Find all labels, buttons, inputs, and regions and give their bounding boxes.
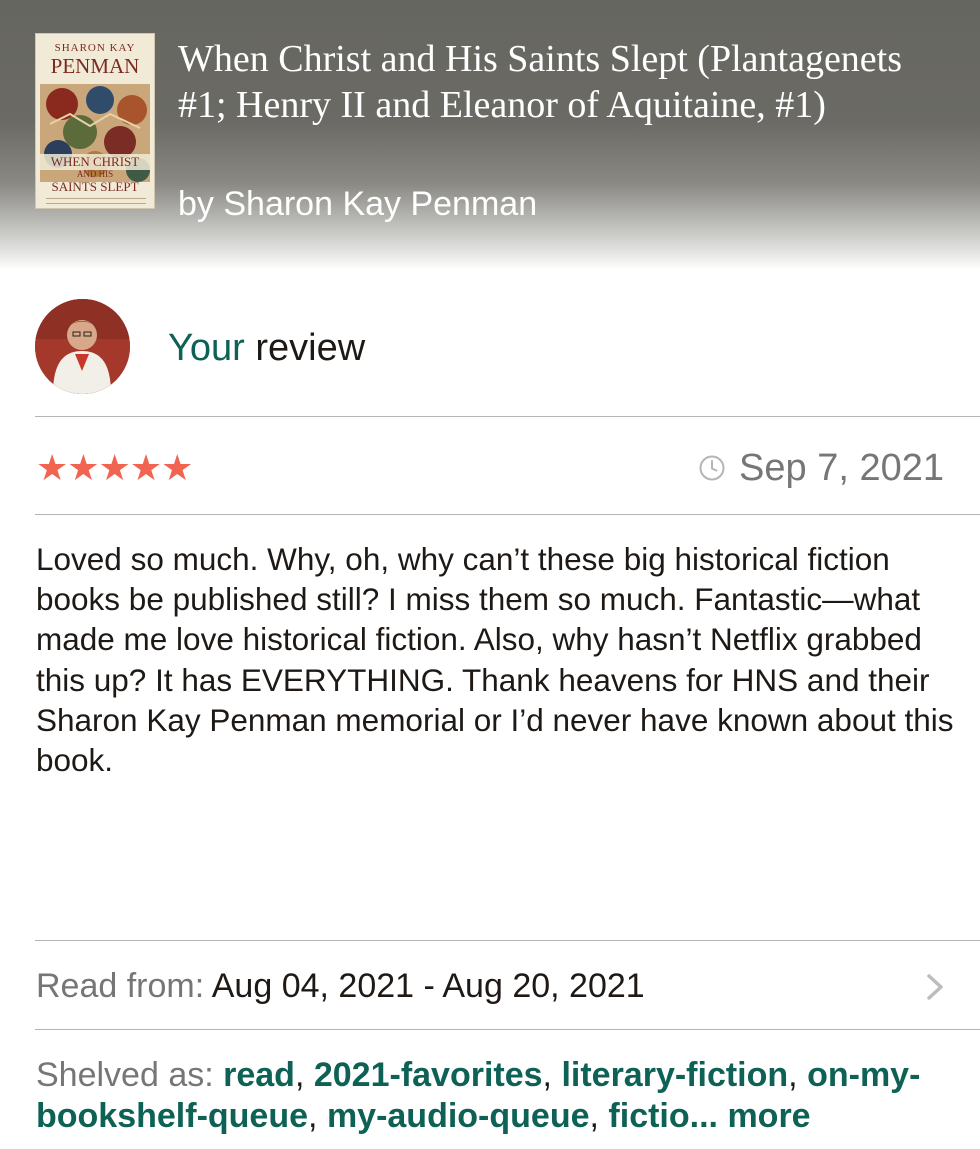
- cover-decorative-lines: [46, 198, 146, 204]
- review-heading-rest: review: [244, 327, 366, 369]
- clock-icon: [699, 455, 725, 481]
- review-heading-your: Your: [168, 327, 245, 369]
- divider: [35, 416, 980, 417]
- divider: [35, 1029, 980, 1030]
- read-dates-value: Aug 04, 2021 - Aug 20, 2021: [211, 967, 645, 1005]
- shelf-tag-fiction-truncated[interactable]: fictio...: [608, 1097, 718, 1135]
- shelf-tag-my-audio-queue[interactable]: my-audio-queue: [327, 1097, 590, 1135]
- read-dates-label: Read from:: [36, 967, 212, 1005]
- cover-title-line3: SAINTS SLEPT: [51, 179, 139, 194]
- shelves-list: Shelved as: read, 2021-favorites, litera…: [36, 1056, 921, 1135]
- book-cover-image[interactable]: SHARON KAY PENMAN WHEN CHRIST AND HIS SA…: [35, 33, 155, 209]
- shelf-tag-literary-fiction[interactable]: literary-fiction: [561, 1056, 788, 1094]
- cover-author-large: PENMAN: [50, 54, 140, 78]
- review-date: Sep 7, 2021: [739, 446, 944, 489]
- shelves-more-link[interactable]: more: [727, 1097, 810, 1135]
- avatar-photo: [35, 299, 130, 394]
- chevron-right-icon[interactable]: [924, 972, 946, 1002]
- shelves-label: Shelved as:: [36, 1056, 224, 1094]
- read-dates-row[interactable]: Read from: Aug 04, 2021 - Aug 20, 2021: [36, 966, 645, 1006]
- book-title[interactable]: When Christ and His Saints Slept (Planta…: [178, 36, 958, 128]
- cover-title-line2: AND HIS: [76, 169, 114, 179]
- book-author[interactable]: by Sharon Kay Penman: [178, 184, 537, 224]
- divider: [35, 940, 980, 941]
- shelf-tag-read[interactable]: read: [223, 1056, 295, 1094]
- review-text: Loved so much. Why, oh, why can’t these …: [36, 541, 954, 779]
- cover-author-small: SHARON KAY: [54, 42, 136, 54]
- review-heading: Your review: [168, 326, 365, 370]
- divider: [35, 514, 980, 515]
- review-date-row: Sep 7, 2021: [699, 446, 944, 489]
- book-header: SHARON KAY PENMAN WHEN CHRIST AND HIS SA…: [0, 0, 980, 270]
- shelf-tag-2021-favorites[interactable]: 2021-favorites: [314, 1056, 543, 1094]
- star-rating: ★★★★★: [36, 447, 193, 488]
- user-avatar[interactable]: [35, 299, 130, 394]
- cover-title-line1: WHEN CHRIST: [36, 154, 154, 170]
